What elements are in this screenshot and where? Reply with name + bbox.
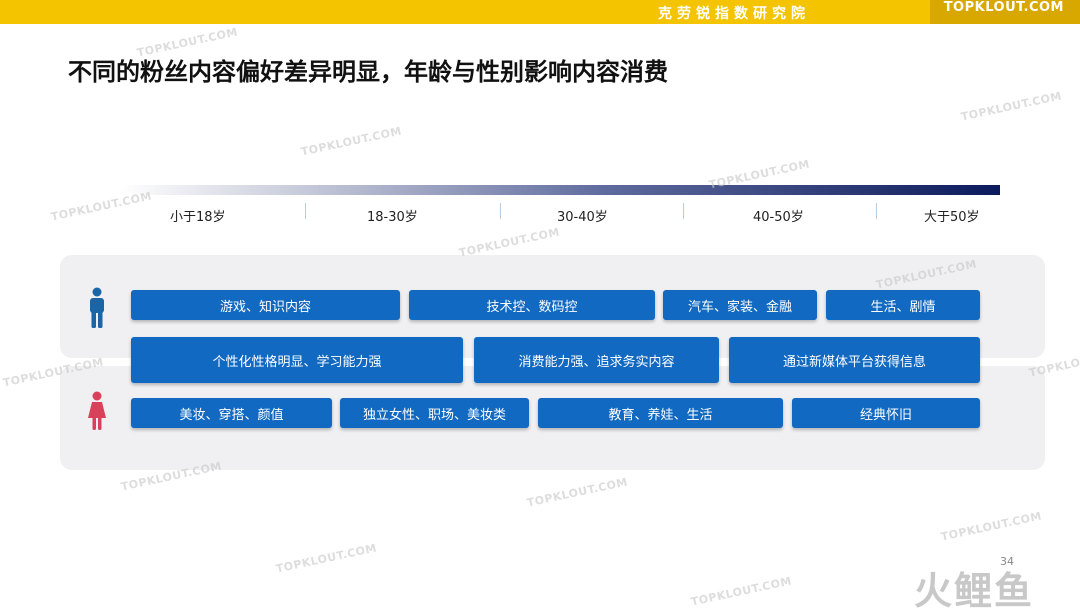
female-chip-beauty-fashion: 美妆、穿搭、颜值 [131,398,332,428]
female-chip-education-parenting: 教育、养娃、生活 [538,398,783,428]
male-chip-life-drama: 生活、剧情 [826,290,980,320]
watermark: TOPKLOUT.COM [525,475,629,510]
age-gradient-bar [120,185,1000,195]
watermark: TOPKLOUT.COM [49,189,153,224]
male-chip-auto-home-finance: 汽车、家装、金融 [663,290,817,320]
female-chip-classic-nostalgia: 经典怀旧 [792,398,980,428]
female-person-icon [88,391,106,430]
page-title: 不同的粉丝内容偏好差异明显，年龄与性别影响内容消费 [68,58,668,86]
chip-new-media-info: 通过新媒体平台获得信息 [729,337,980,383]
watermark: TOPKLOUT.COM [689,574,793,609]
logo-box: TOPKLOUT.COM [930,0,1080,24]
top-bar: 克劳锐指数研究院 TOPKLOUT.COM [0,0,1080,24]
chip-consumption-practical: 消费能力强、追求务实内容 [474,337,719,383]
watermark: TOPKLOUT.COM [274,541,378,576]
age-label-30-40: 30-40岁 [557,210,608,225]
watermark: TOPKLOUT.COM [939,509,1043,544]
watermark: TOPKLOUT.COM [959,89,1063,124]
age-divider [500,203,501,219]
chip-personality-learning: 个性化性格明显、学习能力强 [131,337,463,383]
institute-name: 克劳锐指数研究院 [658,6,810,22]
age-label-over-50: 大于50岁 [924,210,980,225]
male-chip-tech-digital: 技术控、数码控 [409,290,655,320]
topklout-logo: TOPKLOUT.COM [943,0,1064,15]
age-divider [876,203,877,219]
age-divider [305,203,306,219]
age-label-under-18: 小于18岁 [170,210,226,225]
brand-watermark: 火鲤鱼 [914,569,1035,613]
age-label-18-30: 18-30岁 [367,210,418,225]
watermark: TOPKLOUT.COM [299,124,403,159]
age-label-40-50: 40-50岁 [753,210,804,225]
male-chip-games-knowledge: 游戏、知识内容 [131,290,400,320]
age-divider [683,203,684,219]
male-person-icon [90,287,104,328]
female-chip-independent-career: 独立女性、职场、美妆类 [340,398,529,428]
